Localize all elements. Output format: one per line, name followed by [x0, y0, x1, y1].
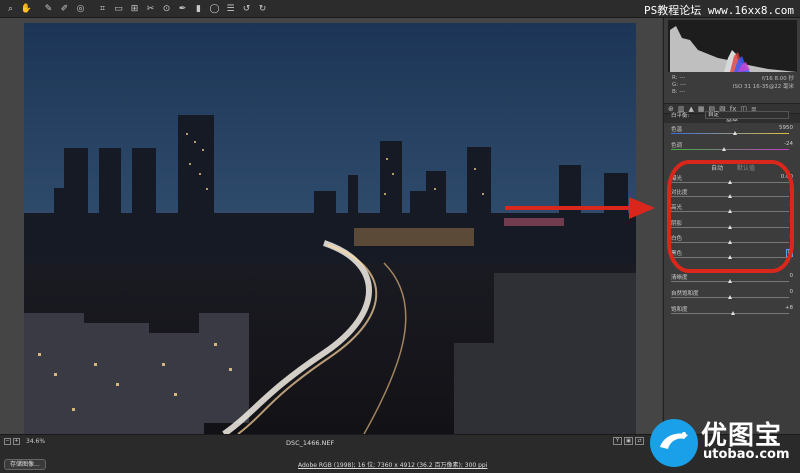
- auto-default-row: 自动 默认值: [671, 163, 795, 172]
- slider-row-clarity: 清晰度 0: [671, 273, 795, 285]
- contrast-label: 对比度: [671, 190, 688, 196]
- clarity-value[interactable]: 0: [790, 273, 794, 279]
- exposure-label: 曝光: [671, 176, 683, 182]
- rgb-g: G: ---: [672, 82, 686, 88]
- temperature-slider-track[interactable]: [671, 133, 789, 134]
- vibrance-slider-thumb[interactable]: [727, 295, 732, 299]
- whites-label: 白色: [671, 236, 683, 242]
- whites-value[interactable]: 0: [790, 234, 794, 240]
- saturation-slider-track[interactable]: [671, 313, 789, 314]
- contrast-slider-thumb[interactable]: [727, 194, 732, 198]
- shadows-slider-thumb[interactable]: [727, 225, 732, 229]
- rotate-left-icon[interactable]: ↺: [240, 2, 253, 15]
- highlights-slider-thumb[interactable]: [727, 209, 732, 213]
- tint-slider-track[interactable]: [671, 149, 789, 150]
- default-button[interactable]: 默认值: [737, 165, 755, 172]
- city-night-photo: [24, 23, 636, 434]
- white-balance-select[interactable]: 自定: [705, 111, 789, 119]
- targeted-adjust-icon[interactable]: ◎: [74, 2, 87, 15]
- radial-filter-icon[interactable]: ◯: [208, 2, 221, 15]
- highlights-value[interactable]: 0: [790, 203, 794, 209]
- auto-button[interactable]: 自动: [711, 165, 723, 172]
- zoom-out-button[interactable]: −: [4, 438, 11, 445]
- blacks-label: 黑色: [671, 251, 683, 257]
- vibrance-label: 自然饱和度: [671, 291, 699, 297]
- color-sampler-icon[interactable]: ✐: [58, 2, 71, 15]
- blacks-value[interactable]: 0: [785, 249, 793, 257]
- zoom-control: − + 34.6%: [4, 438, 45, 445]
- spot-removal-icon[interactable]: ✂: [144, 2, 157, 15]
- temperature-slider-thumb[interactable]: [733, 131, 738, 135]
- rgb-b: B: ---: [672, 89, 686, 95]
- utobao-logo: 优图宝 utobao.com: [648, 413, 800, 473]
- tint-label: 色调: [671, 143, 683, 149]
- red-eye-icon[interactable]: ⊙: [160, 2, 173, 15]
- whites-slider-thumb[interactable]: [727, 240, 732, 244]
- photo-preview[interactable]: [24, 23, 636, 434]
- slider-row-exposure: 曝光 0.00: [671, 174, 795, 186]
- preferences-icon[interactable]: ☰: [224, 2, 237, 15]
- exposure-value[interactable]: 0.00: [781, 174, 793, 180]
- slider-row-contrast: 对比度 0: [671, 188, 795, 200]
- exposure-slider-thumb[interactable]: [727, 180, 732, 184]
- slider-row-saturation: 饱和度 +8: [671, 305, 795, 317]
- rgb-r: R: ---: [672, 75, 686, 81]
- slider-row-blacks: 黑色 0: [671, 249, 795, 261]
- exif-aperture-shutter: f/16 8.00 秒: [761, 76, 794, 82]
- histogram: [668, 20, 797, 72]
- logo-url: utobao.com: [703, 447, 790, 462]
- saturation-slider-thumb[interactable]: [731, 311, 736, 315]
- highlights-label: 高光: [671, 205, 683, 211]
- slider-row-whites: 白色 0: [671, 234, 795, 246]
- transform-icon[interactable]: ⊞: [128, 2, 141, 15]
- saturation-value[interactable]: +8: [785, 305, 793, 311]
- temperature-label: 色温: [671, 127, 683, 133]
- zoom-value[interactable]: 34.6%: [26, 438, 45, 445]
- rotate-right-icon[interactable]: ↻: [256, 2, 269, 15]
- white-balance-icon[interactable]: ✎: [42, 2, 55, 15]
- tint-value[interactable]: -24: [784, 141, 793, 147]
- shadows-value[interactable]: 0: [790, 219, 794, 225]
- clarity-slider-thumb[interactable]: [727, 279, 732, 283]
- zoom-in-button[interactable]: +: [13, 438, 20, 445]
- exif-iso-lens: ISO 31 16-35@22 毫米: [732, 84, 794, 90]
- clarity-label: 清晰度: [671, 275, 688, 281]
- camera-info: R: --- G: --- B: --- f/16 8.00 秒 ISO 31 …: [670, 75, 796, 103]
- contrast-value[interactable]: 0: [790, 188, 794, 194]
- straighten-icon[interactable]: ▭: [112, 2, 125, 15]
- white-balance-label: 白平衡:: [671, 113, 690, 119]
- watermark-text: PS教程论坛 www.16xx8.com: [644, 4, 794, 17]
- vibrance-value[interactable]: 0: [790, 289, 794, 295]
- tint-slider-thumb[interactable]: [721, 147, 726, 151]
- hand-icon[interactable]: ✋: [20, 2, 33, 15]
- view-buttons: Y ▣ ⇄: [613, 437, 646, 445]
- temperature-value[interactable]: 5950: [779, 125, 793, 131]
- blacks-slider-thumb[interactable]: [727, 255, 732, 259]
- white-balance-row: 白平衡: 自定: [671, 111, 795, 121]
- file-name: DSC_1466.NEF: [286, 439, 335, 447]
- view-button-0[interactable]: Y: [613, 437, 622, 445]
- view-button-1[interactable]: ▣: [624, 437, 633, 445]
- slider-row-temperature: 色温 5950: [671, 125, 795, 137]
- workflow-options-link[interactable]: Adobe RGB (1998); 16 位; 7360 x 4912 (36.…: [298, 460, 487, 469]
- crop-icon[interactable]: ⌗: [96, 2, 109, 15]
- graduated-filter-icon[interactable]: ▮: [192, 2, 205, 15]
- view-button-2[interactable]: ⇄: [635, 437, 644, 445]
- slider-row-tint: 色调 -24: [671, 141, 795, 153]
- slider-row-shadows: 阴影 0: [671, 219, 795, 231]
- slider-row-highlights: 高光 0: [671, 203, 795, 215]
- slider-row-vibrance: 自然饱和度 0: [671, 289, 795, 301]
- shadows-label: 阴影: [671, 221, 683, 227]
- bird-logo-icon: [650, 419, 698, 467]
- save-image-button[interactable]: 存储图像...: [4, 459, 46, 470]
- adjustment-brush-icon[interactable]: ✒: [176, 2, 189, 15]
- zoom-icon[interactable]: ⌕: [4, 2, 17, 15]
- saturation-label: 饱和度: [671, 307, 688, 313]
